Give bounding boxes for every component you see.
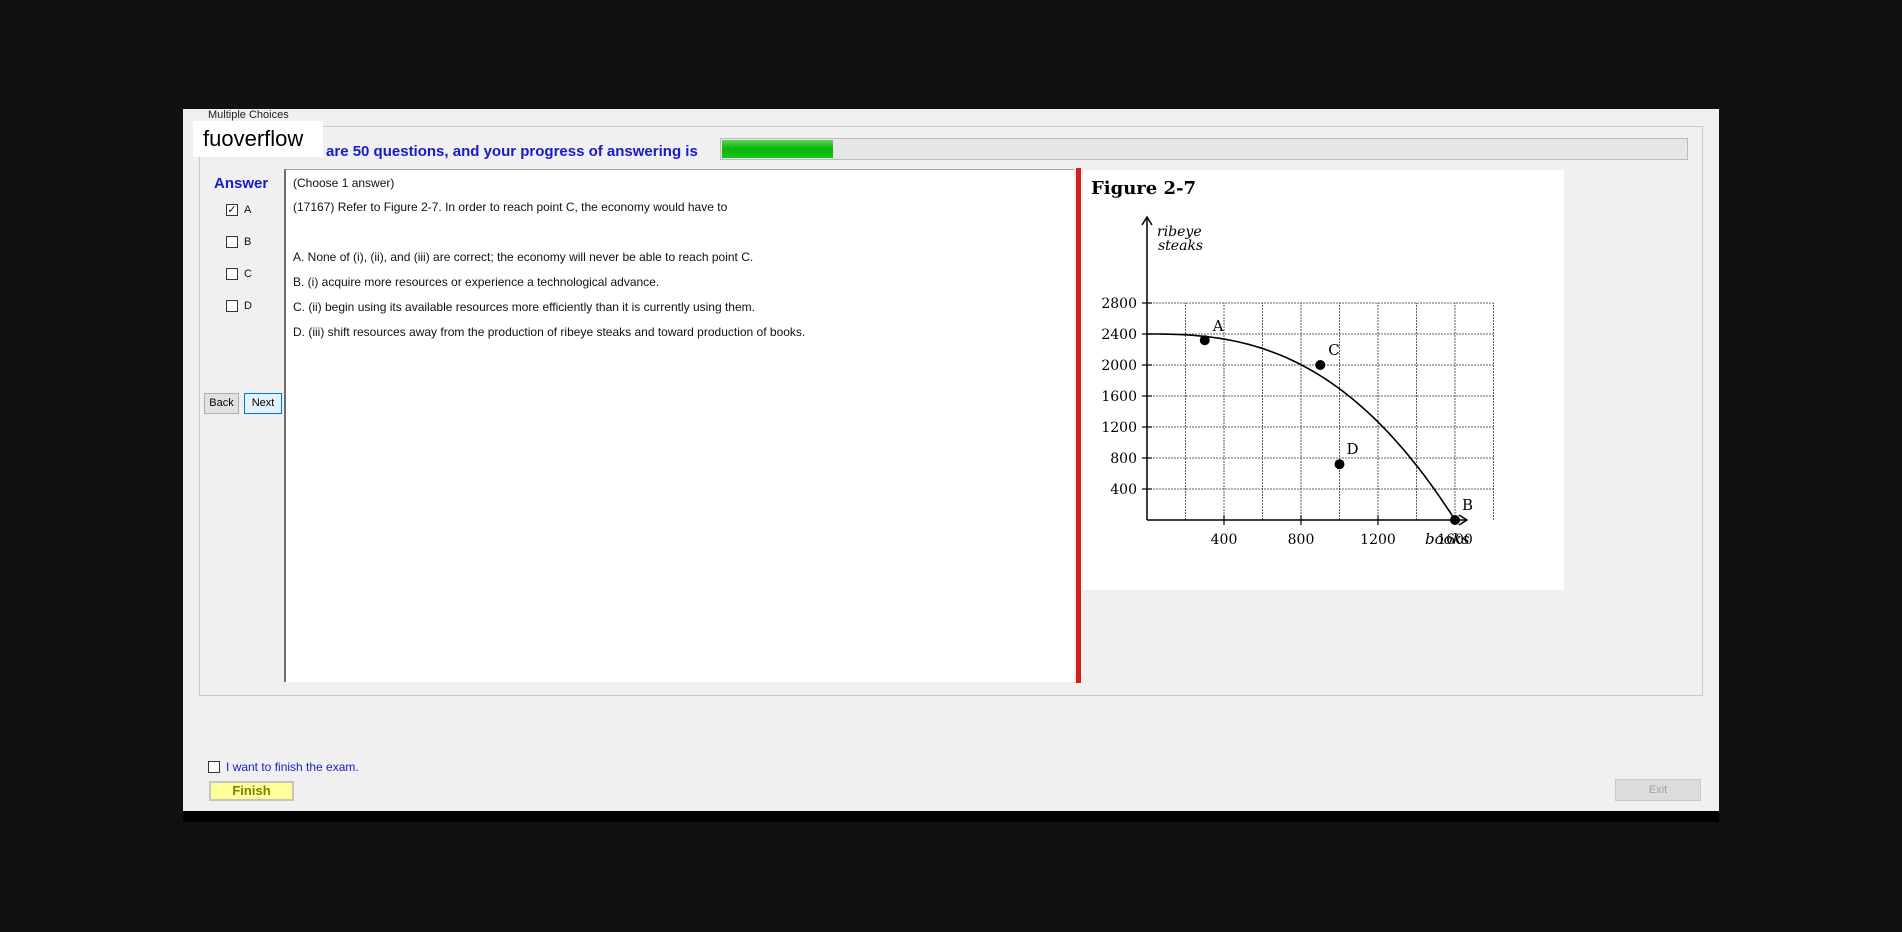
exit-button[interactable]: Exit xyxy=(1615,779,1701,801)
finish-checkbox-row[interactable]: I want to finish the exam. xyxy=(208,760,359,774)
point-label-b: B xyxy=(1462,496,1473,514)
option-label-d: D xyxy=(244,300,252,312)
y-tick-label: 2400 xyxy=(1101,327,1137,343)
y-axis-label-2: steaks xyxy=(1158,238,1203,254)
question-stem: (17167) Refer to Figure 2-7. In order to… xyxy=(293,200,728,214)
checkbox-b[interactable] xyxy=(226,236,238,248)
y-tick-label: 1200 xyxy=(1101,420,1137,436)
answer-title: Answer xyxy=(214,175,269,192)
taskbar-strip xyxy=(183,811,1719,822)
checkbox-d[interactable] xyxy=(226,300,238,312)
choice-b: B. (i) acquire more resources or experie… xyxy=(293,275,660,289)
x-tick-label: 800 xyxy=(1288,532,1315,548)
next-button[interactable]: Next xyxy=(244,393,282,414)
point-c xyxy=(1315,360,1326,370)
option-label-b: B xyxy=(244,236,252,248)
back-button[interactable]: Back xyxy=(204,393,239,414)
figure-panel: Figure 2-7 ribeye steaks books 2800 2400 2… xyxy=(1083,170,1564,590)
y-tick-label: 2000 xyxy=(1101,358,1137,374)
x-tick-label: 1200 xyxy=(1360,532,1396,548)
x-tick-label: 400 xyxy=(1211,532,1238,548)
checkbox-a[interactable]: ✓ xyxy=(226,204,238,216)
answer-option-c[interactable]: C xyxy=(226,268,252,280)
progress-fill xyxy=(722,140,834,158)
panel-divider[interactable] xyxy=(1076,168,1081,683)
ppf-graph: ribeye steaks books 28002400200016001200… xyxy=(1101,215,1494,548)
point-b xyxy=(1450,515,1460,525)
point-a xyxy=(1199,335,1210,346)
answer-option-d[interactable]: D xyxy=(226,300,252,312)
progress-text: There are 50 questions, and your progres… xyxy=(281,143,698,160)
y-tick-label: 1600 xyxy=(1101,389,1137,405)
finish-checkbox[interactable] xyxy=(208,761,220,773)
point-label-c: C xyxy=(1328,341,1339,359)
y-tick-label: 2800 xyxy=(1101,296,1137,312)
finish-checkbox-label: I want to finish the exam. xyxy=(226,760,359,774)
point-label-d: D xyxy=(1347,440,1359,458)
y-tick-label: 400 xyxy=(1110,482,1137,498)
y-tick-label: 800 xyxy=(1110,451,1137,467)
point-label-a: A xyxy=(1212,317,1224,335)
option-label-a: A xyxy=(244,204,252,216)
exam-window: Multiple Choices There are 50 questions,… xyxy=(183,109,1719,821)
x-tick-label: 1600 xyxy=(1437,532,1473,548)
answer-option-b[interactable]: B xyxy=(226,236,251,248)
checkbox-c[interactable] xyxy=(226,268,238,280)
question-instruction: (Choose 1 answer) xyxy=(293,176,395,190)
progress-bar xyxy=(720,138,1688,160)
answer-option-a[interactable]: ✓ A xyxy=(226,204,251,216)
finish-button[interactable]: Finish xyxy=(209,781,294,801)
choice-c: C. (ii) begin using its available resour… xyxy=(293,300,755,314)
choice-a: A. None of (i), (ii), and (iii) are corr… xyxy=(293,250,754,264)
choice-d: D. (iii) shift resources away from the p… xyxy=(293,325,806,339)
question-panel: (Choose 1 answer) (17167) Refer to Figur… xyxy=(284,169,1074,682)
point-d xyxy=(1334,459,1345,470)
overlay-label: fuoverflow xyxy=(193,121,323,157)
option-label-c: C xyxy=(244,268,252,280)
